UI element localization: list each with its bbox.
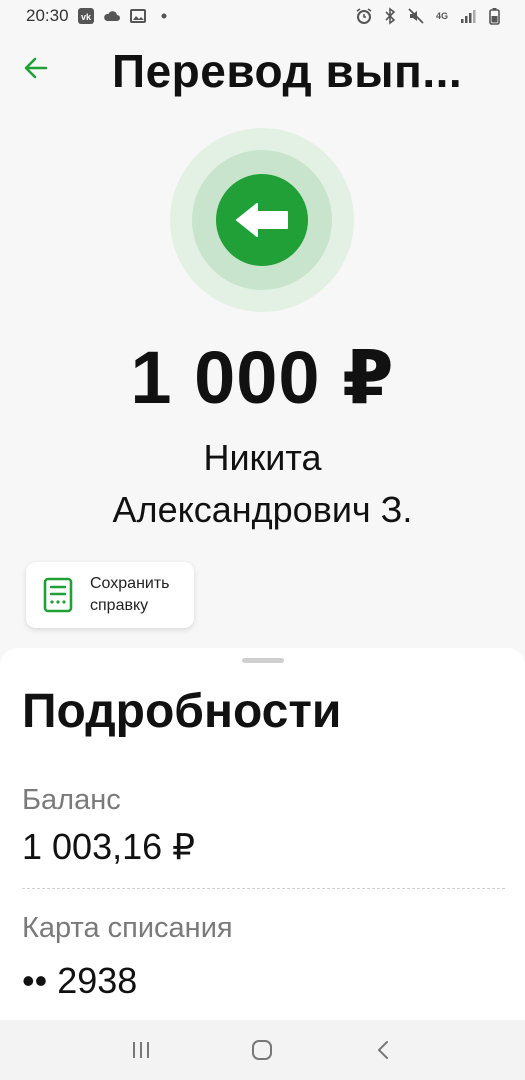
arrow-circle [216,174,308,266]
drag-handle[interactable] [242,658,284,663]
status-bar: 20:30 vk 4G [0,0,525,32]
home-icon [252,1040,273,1060]
incoming-arrow-icon [236,203,288,237]
network-4g-icon: 4G [435,10,448,21]
screen: 20:30 vk 4G Перевод вып... 1 000 ₽ Никит… [0,0,525,1080]
mute-icon [407,7,425,25]
recipient-name: Никита Александрович З. [0,432,525,536]
dot-icon [155,7,173,25]
details-divider [22,888,505,889]
recipient-first-name: Никита [203,437,322,478]
recent-apps-button[interactable] [121,1030,161,1070]
battery-icon [485,7,503,25]
save-receipt-label: Сохранить справку [90,575,170,614]
transfer-status-icon [170,128,354,312]
status-right: 4G [355,7,503,25]
back-nav-button[interactable] [364,1030,404,1070]
vk-icon: vk [77,7,95,25]
recent-apps-icon [132,1042,149,1058]
svg-text:vk: vk [81,12,92,22]
bluetooth-icon [381,7,399,25]
cloud-icon [103,7,121,25]
recipient-rest-name: Александрович З. [112,489,413,530]
details-title: Подробности [22,685,342,738]
details-sheet: Подробности Баланс 1 003,16 ₽ Карта спис… [0,648,525,1028]
system-nav-bar [0,1020,525,1080]
arrow-left-icon [24,57,48,79]
signal-icon [459,7,477,25]
image-icon [129,7,147,25]
alarm-icon [355,7,373,25]
card-label: Карта списания [22,912,233,944]
chevron-left-icon [378,1041,389,1059]
page-title: Перевод вып... [112,45,463,97]
save-receipt-button[interactable]: Сохранить справку [26,562,194,628]
back-button[interactable] [16,48,56,88]
status-time: 20:30 [26,6,69,25]
balance-label: Баланс [22,784,121,816]
home-button[interactable] [242,1030,282,1070]
card-value: •• 2938 [22,960,138,1001]
balance-value: 1 003,16 ₽ [22,826,196,867]
transfer-amount: 1 000 ₽ [130,336,395,419]
status-left: 20:30 vk [26,6,173,26]
receipt-icon [43,577,73,613]
app-header: Перевод вып... [0,40,525,100]
